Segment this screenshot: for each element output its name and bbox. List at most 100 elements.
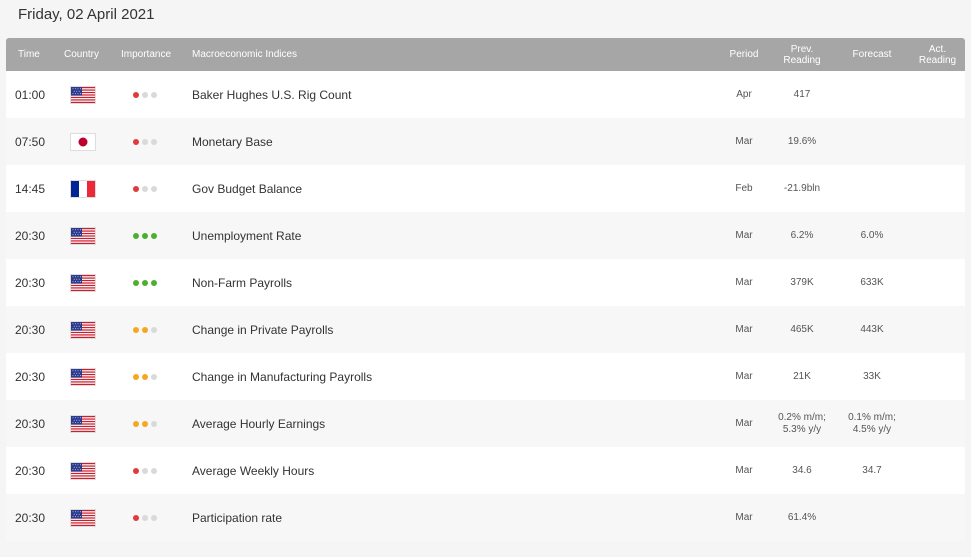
importance-dot xyxy=(133,326,139,333)
table-header: Time Country Importance Macroeconomic In… xyxy=(6,38,965,71)
importance-indicator xyxy=(133,306,173,353)
event-period: Feb xyxy=(735,183,753,194)
event-time: 20:30 xyxy=(15,416,46,431)
importance-indicator xyxy=(133,494,173,541)
actual-reading xyxy=(910,447,965,494)
actual-reading xyxy=(910,259,965,306)
forecast-value: 33K xyxy=(863,370,881,382)
importance-dot xyxy=(151,232,157,239)
table-row[interactable]: 20:30 Average Weekly Hours Mar 34.6 34.7 xyxy=(6,447,965,494)
event-period: Mar xyxy=(735,512,753,523)
importance-indicator xyxy=(133,353,173,400)
event-time: 14:45 xyxy=(15,181,46,196)
importance-dot xyxy=(142,138,148,145)
page-title: Friday, 02 April 2021 xyxy=(18,6,155,23)
importance-dot xyxy=(133,91,139,98)
importance-dot xyxy=(151,420,157,427)
actual-reading xyxy=(910,71,965,118)
importance-dot xyxy=(142,467,148,474)
event-name[interactable]: Non-Farm Payrolls xyxy=(192,259,692,306)
event-name[interactable]: Baker Hughes U.S. Rig Count xyxy=(192,71,692,118)
header-country: Country xyxy=(64,49,100,60)
header-forecast: Forecast xyxy=(852,49,892,60)
event-time: 20:30 xyxy=(15,228,46,243)
importance-dot xyxy=(151,326,157,333)
header-importance: Importance xyxy=(121,49,172,60)
event-time: 20:30 xyxy=(15,322,46,337)
importance-dot xyxy=(142,232,148,239)
table-row[interactable]: 20:30 Average Hourly Earnings Mar 0.2% m/m;… xyxy=(6,400,965,447)
event-time: 20:30 xyxy=(15,510,46,525)
importance-indicator xyxy=(133,259,173,306)
header-period: Period xyxy=(729,49,759,60)
importance-dot xyxy=(151,138,157,145)
table-row[interactable]: 20:30 Unemployment Rate Mar 6.2% 6.0% xyxy=(6,212,965,259)
event-period: Apr xyxy=(736,89,752,100)
importance-dot xyxy=(133,420,139,427)
importance-dot xyxy=(133,232,139,239)
prev-reading: 465K xyxy=(790,323,814,335)
event-time: 20:30 xyxy=(15,275,46,290)
actual-reading xyxy=(910,165,965,212)
event-name[interactable]: Average Hourly Earnings xyxy=(192,400,692,447)
importance-dot xyxy=(151,514,157,521)
event-name[interactable]: Gov Budget Balance xyxy=(192,165,692,212)
event-period: Mar xyxy=(735,465,753,476)
importance-dot xyxy=(142,326,148,333)
actual-reading xyxy=(910,494,965,541)
event-name[interactable]: Average Weekly Hours xyxy=(192,447,692,494)
event-period: Mar xyxy=(735,230,753,241)
forecast-value xyxy=(839,71,905,118)
event-name[interactable]: Monetary Base xyxy=(192,118,692,165)
event-period: Mar xyxy=(735,277,753,288)
forecast-value xyxy=(839,494,905,541)
event-name[interactable]: Participation rate xyxy=(192,494,692,541)
event-time: 20:30 xyxy=(15,369,46,384)
us-flag-icon xyxy=(68,306,98,353)
table-row[interactable]: 20:30 Participation rate Mar 61.4% xyxy=(6,494,965,541)
forecast-value: 633K xyxy=(860,276,884,288)
us-flag-icon xyxy=(68,494,98,541)
importance-indicator xyxy=(133,400,173,447)
table-row[interactable]: 20:30 Change in Private Payrolls Mar 465K 44… xyxy=(6,306,965,353)
event-time: 20:30 xyxy=(15,463,46,478)
header-indices: Macroeconomic Indices xyxy=(192,49,298,60)
forecast-value: 443K xyxy=(860,323,884,335)
importance-dot xyxy=(133,467,139,474)
forecast-value xyxy=(839,165,905,212)
prev-reading: 21K xyxy=(793,370,811,382)
event-name[interactable]: Change in Private Payrolls xyxy=(192,306,692,353)
prev-reading: 19.6% xyxy=(787,135,817,147)
prev-reading: -21.9bln xyxy=(783,182,821,194)
actual-reading xyxy=(910,118,965,165)
importance-dot xyxy=(142,91,148,98)
us-flag-icon xyxy=(68,353,98,400)
table-row[interactable]: 20:30 Change in Manufacturing Payrolls Mar… xyxy=(6,353,965,400)
importance-dot xyxy=(133,185,139,192)
table-row[interactable]: 14:45 Gov Budget Balance Feb -21.9bln xyxy=(6,165,965,212)
importance-indicator xyxy=(133,447,173,494)
prev-reading: 34.6 xyxy=(792,464,812,476)
actual-reading xyxy=(910,212,965,259)
event-time: 07:50 xyxy=(15,134,46,149)
us-flag-icon xyxy=(68,212,98,259)
importance-dot xyxy=(142,279,148,286)
us-flag-icon xyxy=(68,259,98,306)
event-name[interactable]: Change in Manufacturing Payrolls xyxy=(192,353,692,400)
us-flag-icon xyxy=(68,400,98,447)
japan-flag-icon xyxy=(68,118,98,165)
event-period: Mar xyxy=(735,418,753,429)
event-name[interactable]: Unemployment Rate xyxy=(192,212,692,259)
event-time: 01:00 xyxy=(15,87,46,102)
event-period: Mar xyxy=(735,136,753,147)
table-row[interactable]: 01:00 Baker Hughes U.S. Rig Count Apr 417 xyxy=(6,71,965,118)
importance-indicator xyxy=(133,71,173,118)
table-row[interactable]: 20:30 Non-Farm Payrolls Mar 379K 633K xyxy=(6,259,965,306)
event-period: Mar xyxy=(735,371,753,382)
header-prev-reading: Prev. Reading xyxy=(783,43,821,66)
table-row[interactable]: 07:50 Monetary Base Mar 19.6% xyxy=(6,118,965,165)
importance-dot xyxy=(142,514,148,521)
importance-dot xyxy=(142,373,148,380)
importance-indicator xyxy=(133,165,173,212)
forecast-value: 34.7 xyxy=(862,464,882,476)
